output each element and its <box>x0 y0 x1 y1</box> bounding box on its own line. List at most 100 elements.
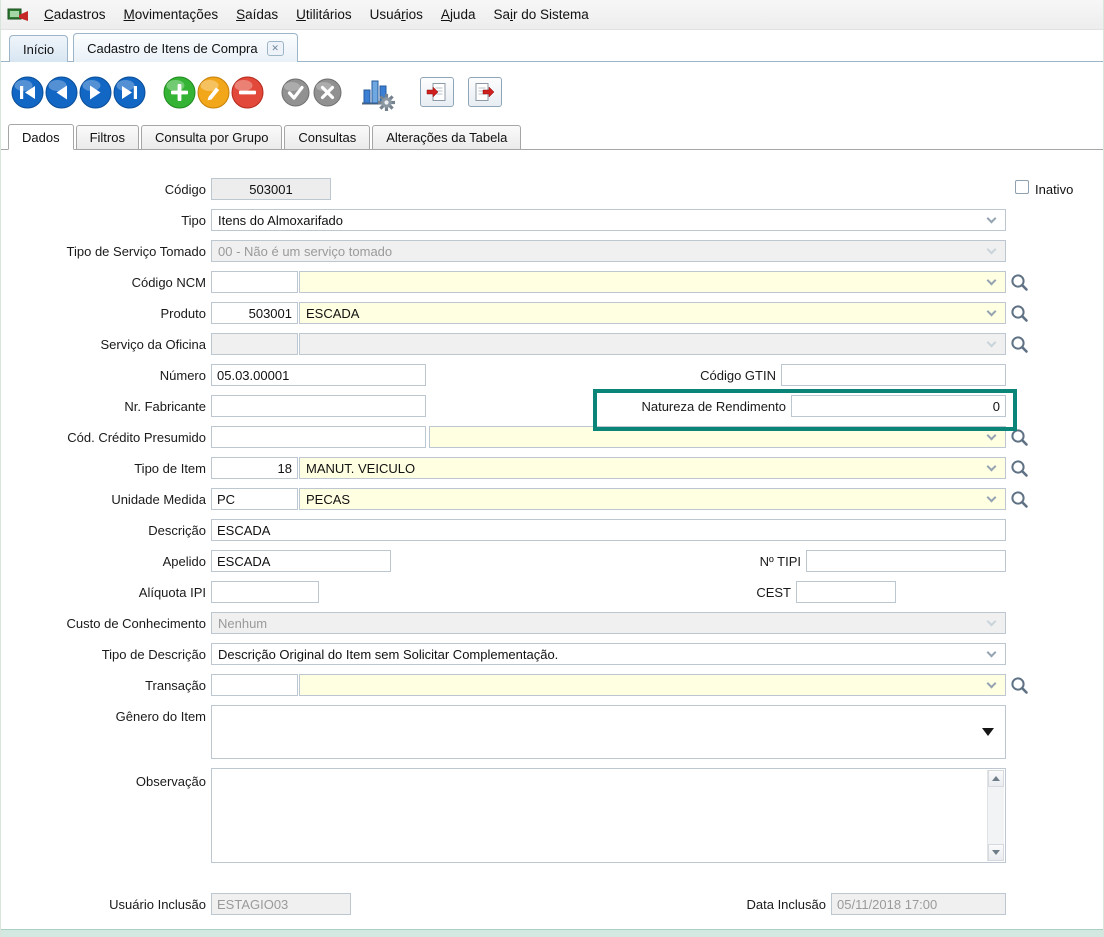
prior-record-icon <box>45 76 78 109</box>
bar-chart-gear-icon <box>357 73 395 111</box>
first-record-icon <box>11 76 44 109</box>
produto-dropdown[interactable]: ESCADA <box>299 302 1006 324</box>
codigo-ncm-search-icon[interactable] <box>1009 272 1030 293</box>
x-icon <box>313 78 342 107</box>
transacao-code-field[interactable] <box>211 674 298 696</box>
cest-field[interactable] <box>796 581 896 603</box>
document-export-icon <box>474 82 496 102</box>
menu-item-utilit-rios[interactable]: Utilitários <box>287 2 361 27</box>
codigo-ncm-label: Código NCM <box>1 275 206 290</box>
produto-search-icon[interactable] <box>1009 303 1030 324</box>
nr-fabricante-field[interactable] <box>211 395 426 417</box>
n-tipi-label: Nº TIPI <box>701 554 801 569</box>
tipo-de-item-search-icon[interactable] <box>1009 458 1030 479</box>
tipo-de-item-code-field[interactable] <box>211 457 298 479</box>
prior-record-button[interactable] <box>45 76 78 109</box>
apelido-field[interactable] <box>211 550 391 572</box>
first-record-button[interactable] <box>11 76 44 109</box>
codigo-ncm-dropdown[interactable] <box>299 271 1006 293</box>
row-apelido: Apelido Nº TIPI <box>1 550 1104 572</box>
observacao-scrollbar[interactable] <box>987 770 1004 861</box>
form-tab-consultas[interactable]: Consultas <box>284 125 370 150</box>
confirm-button[interactable] <box>281 78 310 107</box>
export-file-button[interactable] <box>468 77 502 107</box>
menu-item-ajuda[interactable]: Ajuda <box>432 2 485 27</box>
row-servico-oficina: Serviço da Oficina <box>1 333 1104 355</box>
apelido-label: Apelido <box>1 554 206 569</box>
codigo-ncm-code-field[interactable] <box>211 271 298 293</box>
row-cod-credito-presumido: Cód. Crédito Presumido <box>1 426 1104 448</box>
scroll-up-button[interactable] <box>988 770 1004 787</box>
window-bottom-edge <box>1 929 1103 937</box>
codigo-gtin-field[interactable] <box>781 364 1006 386</box>
transacao-dropdown[interactable] <box>299 674 1006 696</box>
servico-oficina-label: Serviço da Oficina <box>1 337 206 352</box>
menu-bar: CadastrosMovimentaçõesSaídasUtilitáriosU… <box>1 0 1103 30</box>
chevron-down-icon <box>987 493 997 503</box>
unidade-medida-code-field[interactable] <box>211 488 298 510</box>
tipo-descricao-label: Tipo de Descrição <box>1 647 206 662</box>
form-tab-dados[interactable]: Dados <box>8 124 74 150</box>
chevron-down-icon <box>987 617 997 627</box>
form-tab-filtros[interactable]: Filtros <box>76 125 139 150</box>
tipo-dropdown[interactable]: Itens do Almoxarifado <box>211 209 1006 231</box>
cancel-button[interactable] <box>313 78 342 107</box>
servico-oficina-code-field <box>211 333 298 355</box>
descricao-field[interactable] <box>211 519 1006 541</box>
tipo-de-item-dropdown[interactable]: MANUT. VEICULO <box>299 457 1006 479</box>
menu-item-movimenta-es[interactable]: Movimentações <box>115 2 228 27</box>
row-aliquota-ipi: Alíquota IPI CEST <box>1 581 1104 603</box>
form-tab-altera-es-da-tabela[interactable]: Alterações da Tabela <box>372 125 521 150</box>
tipo-descricao-dropdown[interactable]: Descrição Original do Item sem Solicitar… <box>211 643 1006 665</box>
menu-item-usu-rios[interactable]: Usuários <box>361 2 432 27</box>
unidade-medida-dropdown[interactable]: PECAS <box>299 488 1006 510</box>
inativo-label: Inativo <box>1035 182 1073 197</box>
cod-credito-presumido-dropdown[interactable] <box>429 426 1006 448</box>
menu-item-sair-do-sistema[interactable]: Sair do Sistema <box>484 2 597 27</box>
import-file-button[interactable] <box>420 77 454 107</box>
aliquota-ipi-field[interactable] <box>211 581 319 603</box>
cod-credito-presumido-code-field[interactable] <box>211 426 426 448</box>
scroll-down-button[interactable] <box>988 844 1004 861</box>
numero-field[interactable] <box>211 364 426 386</box>
transacao-search-icon[interactable] <box>1009 675 1030 696</box>
insert-record-button[interactable] <box>163 76 196 109</box>
edit-record-button[interactable] <box>197 76 230 109</box>
tab-inicio[interactable]: Início <box>9 35 68 62</box>
menu-item-sa-das[interactable]: Saídas <box>227 2 287 27</box>
delete-record-button[interactable] <box>231 76 264 109</box>
codigo-field[interactable] <box>211 178 331 200</box>
row-codigo: Código Inativo <box>1 178 1104 200</box>
document-tabbar: Início Cadastro de Itens de Compra ✕ <box>1 30 1103 62</box>
minus-icon <box>231 76 264 109</box>
natureza-rendimento-field[interactable] <box>791 395 1006 417</box>
tab-cadastro-itens-de-compra[interactable]: Cadastro de Itens de Compra ✕ <box>73 33 298 62</box>
next-record-button[interactable] <box>79 76 112 109</box>
produto-code-field[interactable] <box>211 302 298 324</box>
dropdown-arrow-icon[interactable] <box>982 728 994 736</box>
chart-settings-button[interactable] <box>357 73 395 111</box>
n-tipi-field[interactable] <box>806 550 1006 572</box>
data-inclusao-label: Data Inclusão <box>726 897 826 912</box>
row-genero-item: Gênero do Item <box>1 705 1104 759</box>
form-tab-consulta-por-grupo[interactable]: Consulta por Grupo <box>141 125 282 150</box>
servico-oficina-search-icon[interactable] <box>1009 334 1030 355</box>
arrow-up-icon <box>992 776 1000 781</box>
genero-item-label: Gênero do Item <box>1 709 206 724</box>
genero-item-dropdown[interactable] <box>211 705 1006 759</box>
observacao-textarea[interactable] <box>211 768 1006 863</box>
last-record-button[interactable] <box>113 76 146 109</box>
unidade-medida-search-icon[interactable] <box>1009 489 1030 510</box>
row-tipo: Tipo Itens do Almoxarifado <box>1 209 1104 231</box>
tab-close-icon[interactable]: ✕ <box>267 41 284 56</box>
chevron-down-icon <box>987 431 997 441</box>
row-numero: Número Código GTIN <box>1 364 1104 386</box>
menu-item-cadastros[interactable]: Cadastros <box>35 2 115 27</box>
codigo-label: Código <box>1 182 206 197</box>
cod-credito-presumido-search-icon[interactable] <box>1009 427 1030 448</box>
tab-label: Início <box>23 42 54 57</box>
row-unidade-medida: Unidade Medida PECAS <box>1 488 1104 510</box>
row-transacao: Transação <box>1 674 1104 696</box>
row-tipo-de-item: Tipo de Item MANUT. VEICULO <box>1 457 1104 479</box>
inativo-checkbox[interactable] <box>1015 180 1029 194</box>
